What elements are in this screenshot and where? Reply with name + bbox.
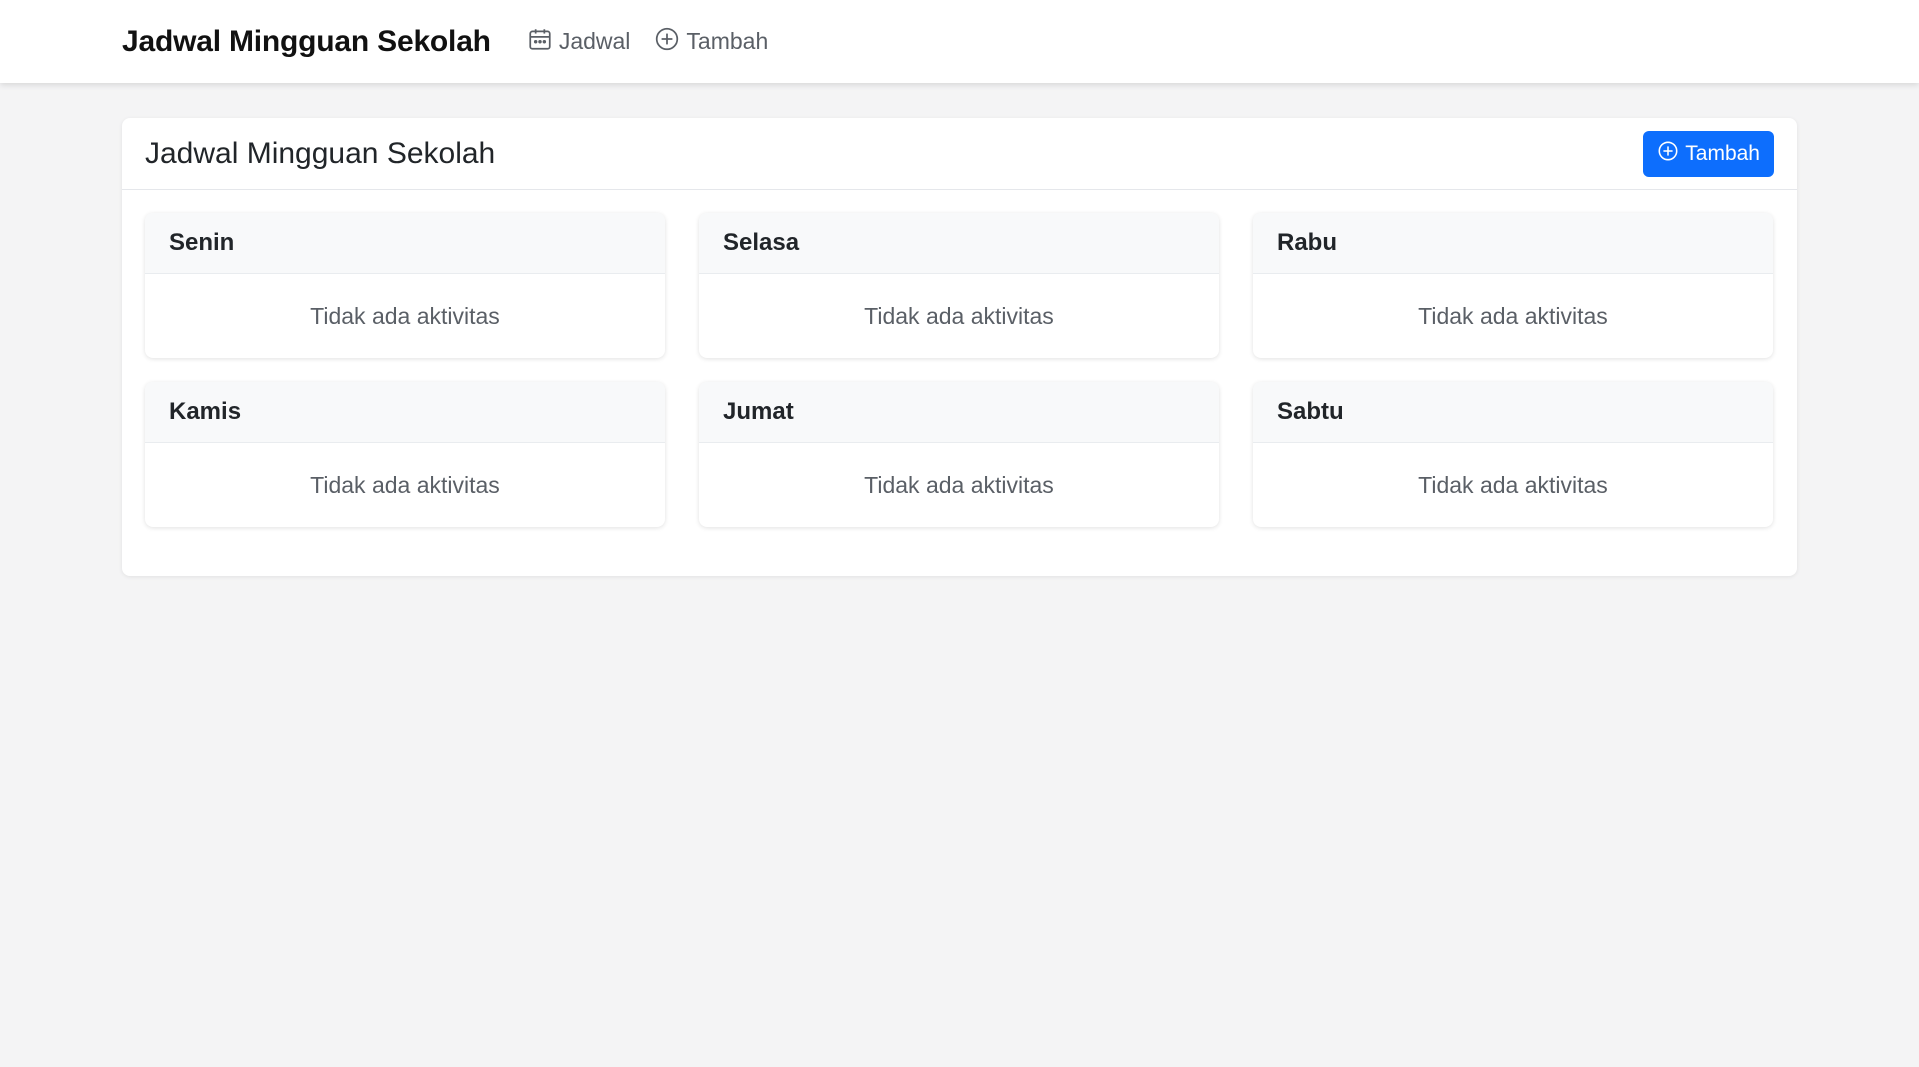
day-title: Jumat xyxy=(699,382,1219,443)
top-navbar: Jadwal Mingguan Sekolah Jadwal Tambah xyxy=(0,0,1919,83)
empty-state-text: Tidak ada aktivitas xyxy=(310,471,500,498)
add-button[interactable]: Tambah xyxy=(1643,130,1774,177)
calendar-icon xyxy=(527,26,553,58)
day-card-kamis: Kamis Tidak ada aktivitas xyxy=(145,382,665,527)
day-card-senin: Senin Tidak ada aktivitas xyxy=(145,213,665,358)
nav-link-tambah[interactable]: Tambah xyxy=(654,26,768,58)
plus-circle-icon xyxy=(654,26,680,58)
empty-state-text: Tidak ada aktivitas xyxy=(1418,471,1608,498)
brand-title[interactable]: Jadwal Mingguan Sekolah xyxy=(122,25,491,59)
day-title: Kamis xyxy=(145,382,665,443)
empty-state-text: Tidak ada aktivitas xyxy=(864,471,1054,498)
plus-circle-icon xyxy=(1657,140,1679,168)
day-title: Selasa xyxy=(699,213,1219,274)
day-title: Rabu xyxy=(1253,213,1773,274)
empty-state-text: Tidak ada aktivitas xyxy=(310,302,500,329)
day-title: Senin xyxy=(145,213,665,274)
empty-state-text: Tidak ada aktivitas xyxy=(1418,302,1608,329)
nav-link-label: Tambah xyxy=(686,28,769,54)
nav-link-jadwal[interactable]: Jadwal xyxy=(527,26,631,58)
schedule-panel: Jadwal Mingguan Sekolah Tambah Senin Tid… xyxy=(122,118,1797,576)
day-card-jumat: Jumat Tidak ada aktivitas xyxy=(699,382,1219,527)
day-card-rabu: Rabu Tidak ada aktivitas xyxy=(1253,213,1773,358)
add-button-label: Tambah xyxy=(1685,141,1760,165)
day-grid: Senin Tidak ada aktivitas Selasa Tidak a… xyxy=(145,213,1774,527)
nav-links: Jadwal Tambah xyxy=(527,26,768,58)
day-card-sabtu: Sabtu Tidak ada aktivitas xyxy=(1253,382,1773,527)
day-title: Sabtu xyxy=(1253,382,1773,443)
panel-header: Jadwal Mingguan Sekolah Tambah xyxy=(122,118,1797,190)
page-title: Jadwal Mingguan Sekolah xyxy=(145,136,496,170)
day-card-selasa: Selasa Tidak ada aktivitas xyxy=(699,213,1219,358)
nav-link-label: Jadwal xyxy=(558,28,631,54)
empty-state-text: Tidak ada aktivitas xyxy=(864,302,1054,329)
